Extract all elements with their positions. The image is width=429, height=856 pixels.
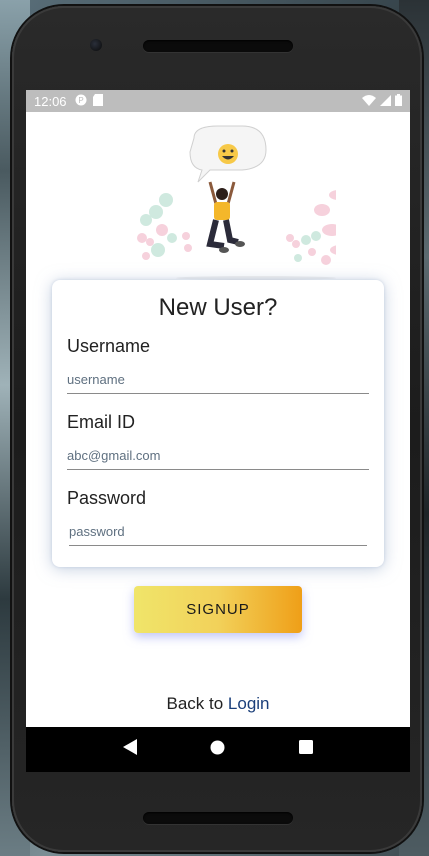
app-screen: 12:06 P New User? Username username Emai… xyxy=(26,90,410,772)
password-input[interactable] xyxy=(69,518,367,546)
back-to-prefix: Back to xyxy=(166,694,228,713)
sd-card-icon xyxy=(92,93,103,109)
signal-icon xyxy=(380,94,391,109)
bottom-speaker xyxy=(143,812,293,824)
home-icon[interactable] xyxy=(210,740,225,760)
signup-button[interactable]: SIGNUP xyxy=(134,586,302,633)
login-link[interactable]: Login xyxy=(228,694,270,713)
username-label: Username xyxy=(67,336,151,356)
email-label: Email ID xyxy=(67,412,136,432)
back-icon[interactable] xyxy=(122,739,137,760)
signup-illustration xyxy=(106,120,350,280)
navigation-bar xyxy=(26,727,410,772)
front-camera xyxy=(90,39,102,51)
status-bar: 12:06 P xyxy=(26,90,410,112)
card-title: New User? xyxy=(158,294,278,321)
wifi-icon xyxy=(362,94,376,109)
username-input[interactable] xyxy=(67,366,369,394)
top-speaker xyxy=(143,40,293,52)
notification-icon: P xyxy=(75,94,87,109)
password-label: Password xyxy=(67,488,147,508)
status-right-icons xyxy=(362,93,402,109)
svg-text:P: P xyxy=(78,96,83,105)
battery-icon xyxy=(395,93,402,109)
status-time: 12:06 xyxy=(34,93,67,109)
back-to-login-row: Back to Login xyxy=(26,694,410,714)
email-input[interactable] xyxy=(67,442,369,470)
signup-card: New User? Username Email ID Password xyxy=(52,280,384,567)
phone-frame: 12:06 P New User? Username username Emai… xyxy=(12,6,422,852)
recents-icon[interactable] xyxy=(299,740,314,759)
